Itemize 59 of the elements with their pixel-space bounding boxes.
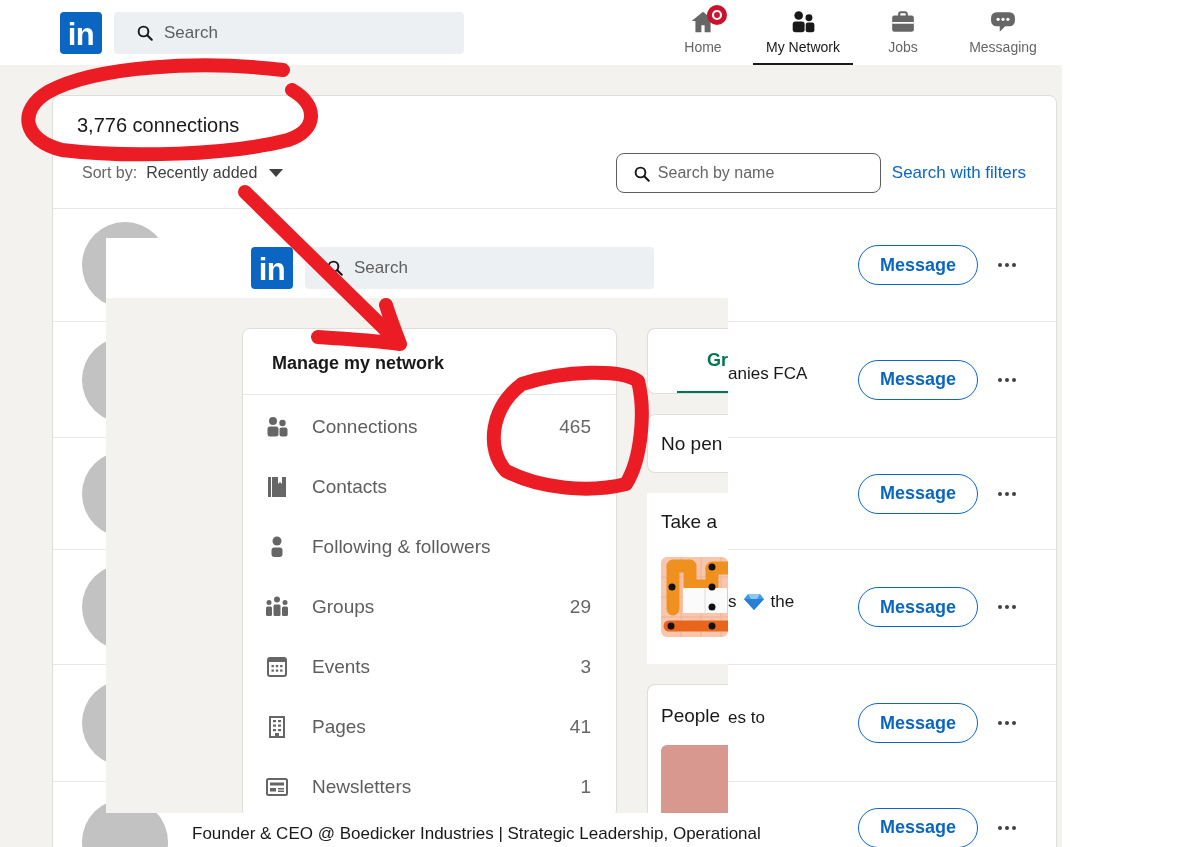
card-text: People [661, 704, 721, 728]
search-field[interactable]: Search [305, 247, 654, 289]
headline-text: es to [728, 706, 765, 729]
card-text: Take a [661, 510, 717, 534]
headline-text: s [728, 590, 737, 613]
nav-link[interactable]: Home [653, 0, 753, 65]
search-icon [326, 259, 344, 277]
people-icon [265, 415, 289, 439]
headline-text: Founder & CEO @ Boedicker Industries | Strategic Leadership, Operational [192, 822, 762, 845]
caret-icon [269, 169, 284, 177]
calendar-icon [265, 655, 289, 679]
card-title: Manage my network [272, 352, 446, 375]
more-icon [998, 605, 1016, 609]
more-icon [998, 721, 1016, 725]
more-icon [998, 263, 1016, 267]
item-count: 1 [580, 774, 591, 799]
menu-link[interactable]: Pages [312, 712, 366, 742]
card-text: No pen [661, 431, 723, 456]
sort-dropdown[interactable]: Recently added [146, 161, 284, 185]
menu-link[interactable]: Contacts [312, 472, 387, 502]
message-button[interactable]: Message [858, 245, 978, 285]
message-button[interactable]: Message [858, 703, 978, 743]
headline-text: the [770, 590, 795, 613]
message-button[interactable]: Message [858, 473, 978, 514]
search-filters-link[interactable]: Search with filters [891, 160, 1026, 186]
menu-link[interactable]: Newsletters [312, 772, 412, 802]
tab[interactable]: Gr [677, 329, 728, 393]
briefcase-icon [890, 9, 916, 35]
more-icon [998, 377, 1016, 382]
menu-link[interactable]: Events [312, 652, 371, 682]
more-icon [998, 825, 1016, 830]
newspaper-icon [265, 775, 289, 799]
item-count: 41 [569, 714, 591, 739]
message-button[interactable]: Message [858, 587, 978, 627]
people-icon [790, 9, 816, 35]
search-icon [632, 165, 651, 183]
sort-label: Sort by: [82, 163, 138, 183]
page-title: 3,776 connections [77, 113, 241, 138]
headline-text: anies FCA [728, 363, 808, 386]
photo-placeholder [661, 745, 728, 813]
menu-link[interactable]: Following & followers [312, 532, 491, 562]
menu-link[interactable]: Connections [312, 412, 418, 442]
search-field[interactable]: Search [114, 11, 464, 54]
search-icon [136, 23, 154, 42]
menu-link[interactable]: Groups [312, 592, 375, 622]
message-button[interactable]: Message [858, 807, 978, 847]
nav-link[interactable]: Jobs [853, 0, 953, 65]
item-count: 3 [580, 654, 591, 679]
group-icon [265, 595, 289, 619]
nav-link[interactable]: Messaging [953, 0, 1053, 65]
item-count: 465 [559, 414, 591, 439]
gem-icon [743, 593, 764, 610]
item-count: 29 [569, 594, 591, 619]
name-search-field[interactable]: Search by name [615, 153, 881, 193]
logo[interactable]: in [60, 11, 102, 54]
notebook-icon [265, 475, 289, 499]
logo[interactable]: in [251, 247, 293, 289]
more-icon [998, 491, 1016, 496]
message-button[interactable]: Message [858, 359, 978, 400]
